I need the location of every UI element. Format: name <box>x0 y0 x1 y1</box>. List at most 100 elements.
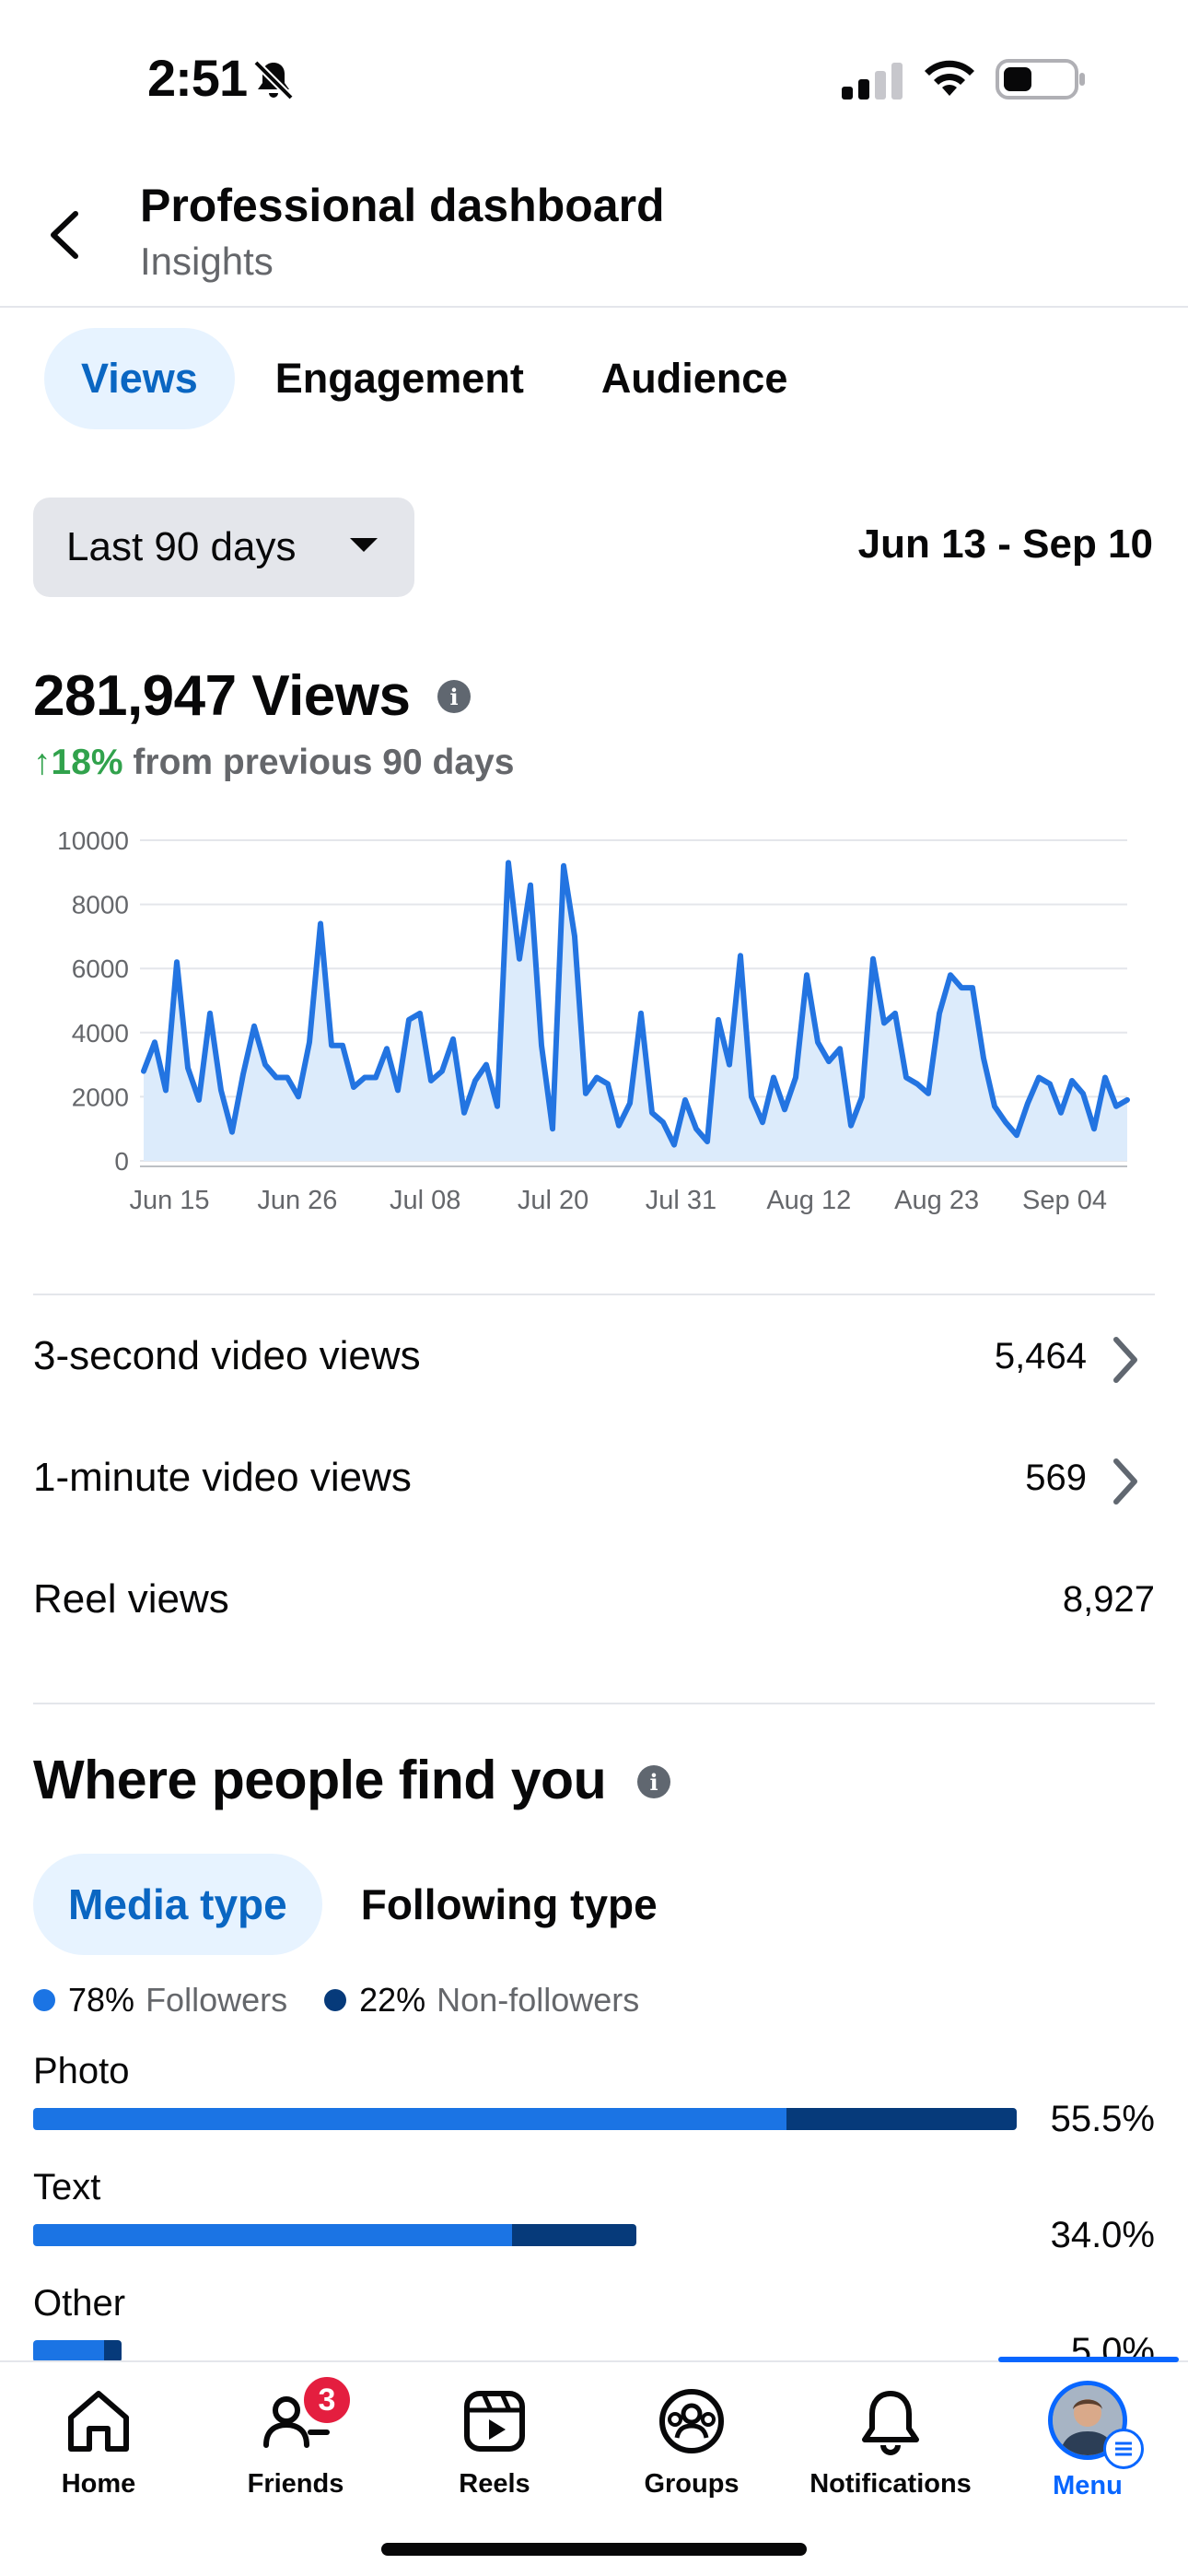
nav-label: Menu <box>1053 2471 1123 2500</box>
bar-followers <box>33 2224 512 2246</box>
info-icon[interactable]: i <box>637 1765 670 1798</box>
views-total: 281,947 Views <box>33 664 411 728</box>
y-tick-label: 4000 <box>72 1019 129 1048</box>
area-fill <box>144 862 1127 1161</box>
tab-views[interactable]: Views <box>44 328 235 429</box>
discovery-subtabs: Media type Following type <box>33 1854 693 1955</box>
x-tick-label: Jul 08 <box>390 1186 460 1215</box>
bar-label: Text <box>33 2167 101 2207</box>
metric-label: 3-second video views <box>33 1333 421 1378</box>
bar-non-followers <box>512 2224 636 2246</box>
bar-row-photo: Photo 55.5% <box>33 2051 1155 2139</box>
status-time: 2:51 <box>147 49 248 107</box>
x-tick-label: Jun 15 <box>129 1186 209 1215</box>
bar-row-text: Text 34.0% <box>33 2167 1155 2255</box>
nav-menu[interactable]: Menu <box>989 2381 1186 2523</box>
x-tick-label: Jul 20 <box>518 1186 588 1215</box>
legend-label: Non-followers <box>437 1981 640 2019</box>
section-divider <box>33 1703 1155 1704</box>
video-metrics-list: 3-second video views 5,464 1-minute vide… <box>33 1294 1155 1660</box>
y-tick-label: 10000 <box>57 826 129 855</box>
legend-label: Followers <box>146 1981 288 2019</box>
x-tick-label: Aug 12 <box>766 1186 851 1215</box>
nav-reels[interactable]: Reels <box>396 2384 593 2523</box>
bar-followers <box>33 2340 104 2362</box>
metric-value: 5,464 <box>994 1335 1087 1376</box>
legend-pct: 22% <box>359 1981 426 2019</box>
y-tick-label: 6000 <box>72 954 129 983</box>
bar-non-followers <box>786 2108 1017 2130</box>
nav-label: Friends <box>247 2469 344 2499</box>
friends-badge: 3 <box>300 2373 354 2427</box>
caret-down-icon <box>350 538 378 552</box>
status-bar: 2:51 <box>0 0 1188 157</box>
date-range-text: Jun 13 - Sep 10 <box>857 521 1153 567</box>
y-tick-label: 8000 <box>72 891 129 919</box>
metric-value: 569 <box>1025 1457 1087 1498</box>
wifi-icon <box>925 60 974 96</box>
section-title: Where people find you <box>33 1750 607 1810</box>
x-tick-label: Sep 04 <box>1022 1186 1107 1215</box>
metric-row-3s-views[interactable]: 3-second video views 5,464 <box>33 1295 1155 1417</box>
nav-label: Reels <box>459 2469 530 2499</box>
x-tick-label: Jul 31 <box>646 1186 716 1215</box>
home-icon <box>68 2391 129 2452</box>
change-description: from previous 90 days <box>133 743 515 782</box>
menu-lines-icon <box>1103 2429 1144 2469</box>
tab-following-type[interactable]: Following type <box>326 1854 693 1955</box>
tab-audience[interactable]: Audience <box>565 328 825 429</box>
reels-icon <box>464 2391 525 2452</box>
bar-percent: 34.0% <box>1050 2215 1155 2255</box>
x-tick-label: Aug 23 <box>894 1186 979 1215</box>
views-change: ↑18% from previous 90 days <box>33 743 514 783</box>
info-icon[interactable]: i <box>437 680 471 713</box>
bar-track <box>33 2224 636 2246</box>
date-range-label: Last 90 days <box>66 524 297 569</box>
chart-legend: 78% Followers 22% Non-followers <box>33 1981 676 2020</box>
back-arrow-icon[interactable] <box>39 203 94 267</box>
nav-label: Notifications <box>809 2469 972 2499</box>
bar-percent: 55.5% <box>1050 2099 1155 2139</box>
x-tick-label: Jun 26 <box>257 1186 337 1215</box>
home-indicator <box>381 2543 807 2556</box>
page-title: Professional dashboard <box>140 180 665 231</box>
metric-row-reel-views: Reel views 8,927 <box>33 1539 1155 1660</box>
bar-label: Other <box>33 2283 126 2324</box>
bar-track <box>33 2340 122 2362</box>
metric-label: Reel views <box>33 1576 229 1622</box>
insights-tabs: Views Engagement Audience <box>44 328 824 429</box>
header: Professional dashboard Insights <box>0 166 1188 308</box>
battery-icon <box>996 59 1085 100</box>
metric-value: 8,927 <box>1062 1578 1155 1620</box>
tab-media-type[interactable]: Media type <box>33 1854 322 1955</box>
cellular-signal-icon <box>842 63 903 100</box>
bell-muted-icon <box>253 60 294 100</box>
nav-label: Home <box>61 2469 136 2499</box>
chevron-right-icon <box>1113 1458 1137 1505</box>
bar-followers <box>33 2108 786 2130</box>
legend-pct: 78% <box>68 1981 135 2019</box>
y-tick-label: 0 <box>114 1147 129 1176</box>
nav-home[interactable]: Home <box>0 2384 197 2523</box>
bell-icon <box>862 2391 919 2455</box>
nav-friends[interactable]: 3 Friends <box>197 2373 394 2523</box>
bar-label: Photo <box>33 2051 130 2091</box>
y-tick-label: 2000 <box>72 1083 129 1111</box>
page-subtitle: Insights <box>140 240 274 283</box>
active-tab-indicator <box>998 2357 1179 2362</box>
legend-dot-followers <box>33 1989 55 2011</box>
tab-engagement[interactable]: Engagement <box>239 328 561 429</box>
metric-row-1m-views[interactable]: 1-minute video views 569 <box>33 1417 1155 1539</box>
chevron-right-icon <box>1113 1337 1137 1383</box>
nav-notifications[interactable]: Notifications <box>792 2384 989 2523</box>
date-range-dropdown[interactable]: Last 90 days <box>33 498 414 597</box>
nav-groups[interactable]: Groups <box>593 2384 790 2523</box>
nav-label: Groups <box>644 2469 740 2499</box>
change-percent: ↑18% <box>33 743 123 782</box>
bar-track <box>33 2108 1017 2130</box>
bar-row-other: Other 5.0% <box>33 2283 1155 2371</box>
views-area-chart: 0 2000 4000 6000 8000 10000 Jun 15 Jun 26 Jul 08… <box>57 826 1130 1215</box>
groups-icon <box>659 2389 724 2453</box>
metric-label: 1-minute video views <box>33 1455 412 1500</box>
bar-non-followers <box>104 2340 122 2362</box>
